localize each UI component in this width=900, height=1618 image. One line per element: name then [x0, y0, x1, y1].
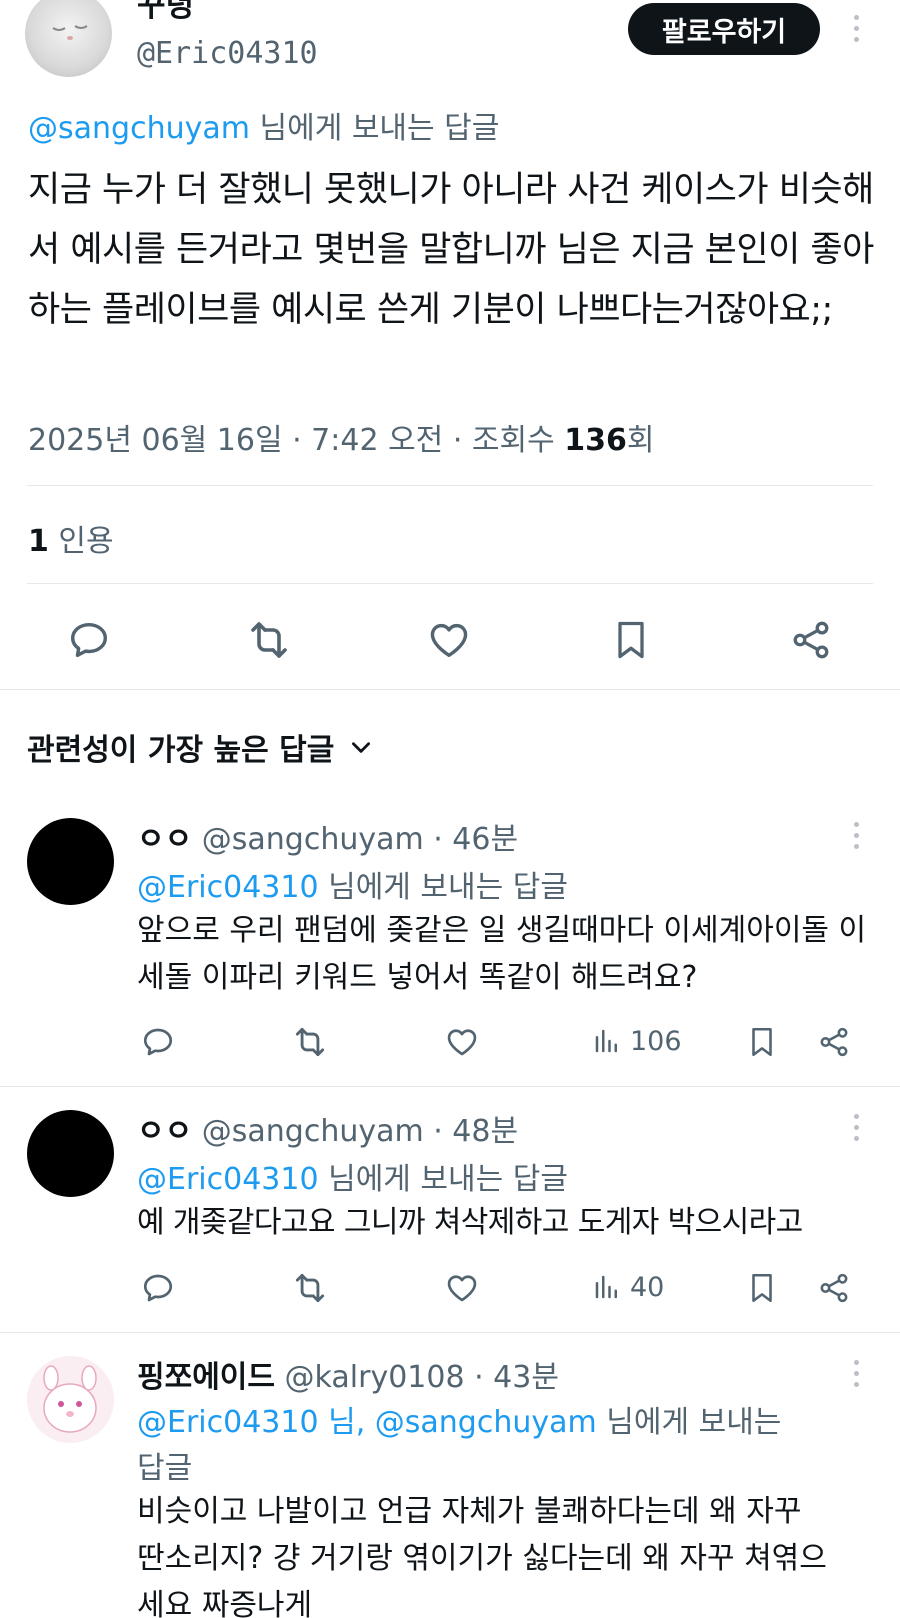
share-icon[interactable] [814, 1268, 854, 1308]
bookmark-icon[interactable] [742, 1022, 782, 1062]
reply-header: 핑쪼에이드 @kalry0108 · 43분 [137, 1352, 559, 1396]
reply-author-name[interactable]: ㅇㅇ [137, 1114, 192, 1149]
quote-count[interactable]: 1 인용 [28, 516, 114, 560]
reply-to-suffix: 님에게 보내는 [596, 1405, 782, 1440]
views-icon [595, 1029, 617, 1053]
reply-text: 비슷이고 나발이고 언급 자체가 불쾌하다는데 왜 자꾸 딴소리지? 걍 거기랑… [137, 1494, 827, 1618]
reply-time[interactable]: · 46분 [424, 822, 518, 857]
views-suffix: 회 [626, 423, 655, 458]
tweet-date[interactable]: 2025년 06월 16일 · 7:42 오전 · 조회수 [28, 423, 564, 458]
reply-to-line: @Eric04310 님, @sangchuyam 님에게 보내는 답글 [137, 1400, 877, 1492]
like-icon[interactable] [442, 1268, 482, 1308]
views-count: 136 [564, 423, 627, 458]
reply-to-line: @sangchuyam 님에게 보내는 답글 [28, 103, 499, 147]
author-handle[interactable]: @Eric04310 [137, 36, 318, 72]
author-name[interactable]: 꾸녕 [137, 0, 194, 24]
follow-button[interactable]: 팔로우하기 [628, 3, 820, 55]
cat-face-icon [52, 25, 88, 40]
chevron-down-icon [352, 742, 371, 753]
retweet-icon[interactable] [244, 615, 294, 665]
tweet-text: 지금 누가 더 잘했니 못했니가 아니라 사건 케이스가 비슷해서 예시를 든거… [28, 170, 874, 330]
reply-time[interactable]: · 48분 [424, 1114, 518, 1149]
reply-author-handle[interactable]: @sangchuyam [202, 1114, 424, 1149]
reply-time[interactable]: · 43분 [465, 1360, 559, 1395]
quote-label: 인용 [48, 524, 114, 559]
divider [27, 485, 873, 486]
reply-header: ㅇㅇ @sangchuyam · 48분 [137, 1106, 518, 1150]
reply-item[interactable]: ㅇㅇ @sangchuyam · 46분 @Eric04310 님에게 보내는 … [0, 790, 900, 1086]
reply-to-suffix: 님에게 보내는 답글 [318, 1162, 568, 1197]
reply-to-handle-link[interactable]: @Eric04310 [137, 1162, 319, 1197]
reply-to-handle-link[interactable]: @sangchuyam [28, 111, 250, 146]
divider [27, 583, 873, 584]
reply-author-handle[interactable]: @sangchuyam [202, 822, 424, 857]
reply-to-suffix: 님에게 보내는 답글 [249, 111, 500, 146]
reply-to-handle-link[interactable]: @Eric04310 님, @sangchuyam [137, 1405, 597, 1440]
replies-sort-dropdown[interactable]: 관련성이 가장 높은 답글 [27, 725, 374, 769]
reply-to-line: @Eric04310 님에게 보내는 답글 [137, 1154, 568, 1198]
reply-to-suffix: 님에게 보내는 답글 [318, 870, 568, 905]
views-icon [595, 1275, 617, 1299]
reply-author-handle[interactable]: @kalry0108 [285, 1360, 465, 1395]
author-avatar[interactable] [25, 0, 112, 77]
reply-item[interactable]: 핑쪼에이드 @kalry0108 · 43분 @Eric04310 님, @sa… [0, 1332, 900, 1618]
more-options-icon[interactable] [852, 15, 860, 42]
views-button[interactable]: 106 [592, 1024, 682, 1058]
divider [0, 689, 900, 690]
bunny-character-icon [43, 1365, 97, 1433]
tweet-meta: 2025년 06월 16일 · 7:42 오전 · 조회수 136회 [28, 415, 654, 459]
retweet-icon[interactable] [290, 1022, 330, 1062]
reply-text: 앞으로 우리 팬덤에 좆같은 일 생길때마다 이세계아이돌 이세돌 이파리 키워… [137, 913, 867, 995]
reply-avatar[interactable] [27, 1110, 114, 1197]
like-icon[interactable] [424, 615, 474, 665]
share-icon[interactable] [786, 615, 836, 665]
reply-to-line: @Eric04310 님에게 보내는 답글 [137, 862, 568, 906]
quote-number: 1 [28, 524, 49, 559]
reply-author-name[interactable]: 핑쪼에이드 [137, 1360, 275, 1395]
reply-icon[interactable] [138, 1022, 178, 1062]
reply-to-suffix-continued: 답글 [137, 1451, 193, 1486]
reply-item[interactable]: ㅇㅇ @sangchuyam · 48분 @Eric04310 님에게 보내는 … [0, 1086, 900, 1332]
views-count: 106 [630, 1025, 682, 1057]
views-button[interactable]: 40 [592, 1270, 664, 1304]
reply-header: ㅇㅇ @sangchuyam · 46분 [137, 814, 518, 858]
reply-more-icon[interactable] [852, 822, 860, 849]
reply-text: 예 개좆같다고요 그니까 쳐삭제하고 도게자 박으시라고 [137, 1205, 803, 1240]
reply-avatar[interactable] [27, 1356, 114, 1443]
bookmark-icon[interactable] [606, 615, 656, 665]
retweet-icon[interactable] [290, 1268, 330, 1308]
reply-avatar[interactable] [27, 818, 114, 905]
like-icon[interactable] [442, 1022, 482, 1062]
share-icon[interactable] [814, 1022, 854, 1062]
replies-sort-label: 관련성이 가장 높은 답글 [27, 733, 335, 768]
reply-icon[interactable] [64, 615, 114, 665]
reply-to-handle-link[interactable]: @Eric04310 [137, 870, 319, 905]
reply-more-icon[interactable] [852, 1114, 860, 1141]
reply-author-name[interactable]: ㅇㅇ [137, 822, 192, 857]
reply-more-icon[interactable] [852, 1360, 860, 1387]
reply-icon[interactable] [138, 1268, 178, 1308]
bookmark-icon[interactable] [742, 1268, 782, 1308]
views-count: 40 [630, 1271, 665, 1303]
